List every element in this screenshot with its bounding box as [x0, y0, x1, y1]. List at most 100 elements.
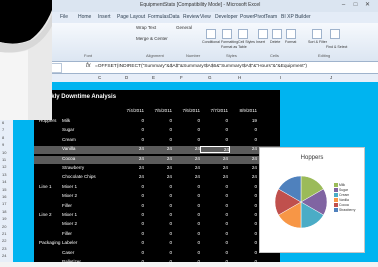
row-header[interactable]: 15	[2, 187, 6, 192]
value-cell[interactable]: 0	[172, 221, 200, 226]
close-button[interactable]: ✕	[363, 1, 372, 9]
row-header[interactable]: 20	[2, 224, 6, 229]
value-cell[interactable]: 0	[200, 240, 228, 245]
row-header[interactable]: 8	[2, 135, 4, 140]
value-cell[interactable]: 24	[116, 165, 144, 170]
tab-formulas[interactable]: Formulas	[148, 14, 169, 20]
tab-page-layout[interactable]: Page Layout	[117, 14, 145, 20]
value-cell[interactable]: 0	[172, 193, 200, 198]
value-cell[interactable]: 0	[172, 250, 200, 255]
value-cell[interactable]: 0	[144, 221, 172, 226]
sort-filter-label[interactable]: Sort & Filter	[308, 40, 327, 44]
row-header[interactable]: 13	[2, 172, 6, 177]
value-cell[interactable]: 0	[229, 240, 257, 245]
tab-home[interactable]: Home	[78, 14, 91, 20]
fx-icon[interactable]: fx	[86, 63, 91, 69]
value-cell[interactable]: 19	[229, 118, 257, 123]
row-header[interactable]: 14	[2, 179, 6, 184]
value-cell[interactable]: 0	[172, 127, 200, 132]
tab-review[interactable]: Review	[183, 14, 199, 20]
value-cell[interactable]: 24	[172, 146, 200, 151]
value-cell[interactable]: 0	[144, 118, 172, 123]
value-cell[interactable]: 0	[144, 250, 172, 255]
value-cell[interactable]: 0	[144, 127, 172, 132]
find-select-label[interactable]: Find & Select	[326, 45, 347, 49]
value-cell[interactable]: 0	[200, 231, 228, 236]
value-cell[interactable]: 24	[200, 174, 228, 179]
value-cell[interactable]: 24	[172, 165, 200, 170]
row-header[interactable]: 23	[2, 246, 6, 251]
column-header[interactable]: F	[180, 75, 183, 80]
find-select-icon[interactable]	[330, 29, 340, 39]
value-cell[interactable]: 0	[200, 212, 228, 217]
value-cell[interactable]: 24	[172, 156, 200, 161]
value-cell[interactable]: 0	[116, 212, 144, 217]
conditional-formatting-label[interactable]: Conditional Formatting	[202, 40, 238, 44]
value-cell[interactable]: 0	[116, 221, 144, 226]
format-table-label[interactable]: Format as Table	[221, 45, 247, 49]
value-cell[interactable]: 0	[144, 231, 172, 236]
value-cell[interactable]: 0	[229, 203, 257, 208]
value-cell[interactable]: 0	[172, 231, 200, 236]
delete-label[interactable]: Delete	[270, 40, 280, 44]
column-header[interactable]: C	[98, 75, 101, 80]
value-cell[interactable]: 24	[200, 156, 228, 161]
row-header[interactable]: 7	[2, 127, 4, 132]
value-cell[interactable]: 0	[144, 240, 172, 245]
hoppers-pie-chart[interactable]: Hoppers Milk Sugar Cream Vanilla Cocoa Strawb…	[259, 147, 365, 253]
row-header[interactable]: 12	[2, 164, 6, 169]
value-cell[interactable]: 24	[200, 146, 230, 154]
wrap-text-button[interactable]: Wrap Text	[136, 25, 156, 30]
cell-styles-label[interactable]: Cell Styles	[238, 40, 255, 44]
tab-insert[interactable]: Insert	[98, 14, 111, 20]
column-header[interactable]: H	[238, 75, 241, 80]
value-cell[interactable]: 0	[229, 184, 257, 189]
value-cell[interactable]: 0	[172, 203, 200, 208]
row-header[interactable]: 18	[2, 209, 6, 214]
column-header[interactable]: J	[330, 75, 332, 80]
value-cell[interactable]: 0	[172, 137, 200, 142]
maximize-button[interactable]: □	[351, 1, 360, 9]
row-header[interactable]: 17	[2, 201, 6, 206]
merge-center-button[interactable]: Merge & Center	[136, 36, 168, 41]
value-cell[interactable]: 0	[200, 127, 228, 132]
tab-team[interactable]: Team	[265, 14, 277, 20]
column-header[interactable]: G	[208, 75, 212, 80]
row-header[interactable]: 10	[2, 150, 6, 155]
tab-view[interactable]: View	[200, 14, 211, 20]
value-cell[interactable]: 24	[144, 174, 172, 179]
row-header[interactable]: 19	[2, 216, 6, 221]
conditional-formatting-icon[interactable]	[206, 29, 216, 39]
value-cell[interactable]: 0	[200, 250, 228, 255]
value-cell[interactable]: 0	[116, 118, 144, 123]
value-cell[interactable]: 0	[172, 184, 200, 189]
format-cells-icon[interactable]	[286, 29, 296, 39]
insert-label[interactable]: Insert	[256, 40, 265, 44]
value-cell[interactable]: 0	[200, 203, 228, 208]
tab-data[interactable]: Data	[169, 14, 180, 20]
value-cell[interactable]: 0	[116, 184, 144, 189]
value-cell[interactable]: 24	[144, 146, 172, 151]
value-cell[interactable]: 24	[116, 156, 144, 161]
tab-powerpivot[interactable]: PowerPivot	[240, 14, 265, 20]
value-cell[interactable]: 0	[116, 231, 144, 236]
column-header[interactable]: D	[125, 75, 128, 80]
value-cell[interactable]: 0	[200, 221, 228, 226]
value-cell[interactable]: 24	[229, 174, 257, 179]
value-cell[interactable]: 0	[200, 184, 228, 189]
value-cell[interactable]: 0	[144, 184, 172, 189]
value-cell[interactable]: 24	[229, 156, 257, 161]
value-cell[interactable]: 0	[116, 203, 144, 208]
delete-cells-icon[interactable]	[272, 29, 282, 39]
value-cell[interactable]: 0	[200, 137, 228, 142]
value-cell[interactable]: 0	[229, 137, 257, 142]
formula-input[interactable]: =OFFSET(INDIRECT("Summary"&$A$"&Summary!…	[95, 64, 307, 69]
value-cell[interactable]: 24	[229, 146, 257, 151]
row-header[interactable]: 6	[2, 120, 4, 125]
number-format-select[interactable]: General	[176, 25, 192, 30]
format-table-icon[interactable]	[222, 29, 232, 39]
column-header[interactable]: E	[152, 75, 155, 80]
value-cell[interactable]: 0	[144, 212, 172, 217]
value-cell[interactable]: 0	[229, 193, 257, 198]
format-label[interactable]: Format	[285, 40, 296, 44]
